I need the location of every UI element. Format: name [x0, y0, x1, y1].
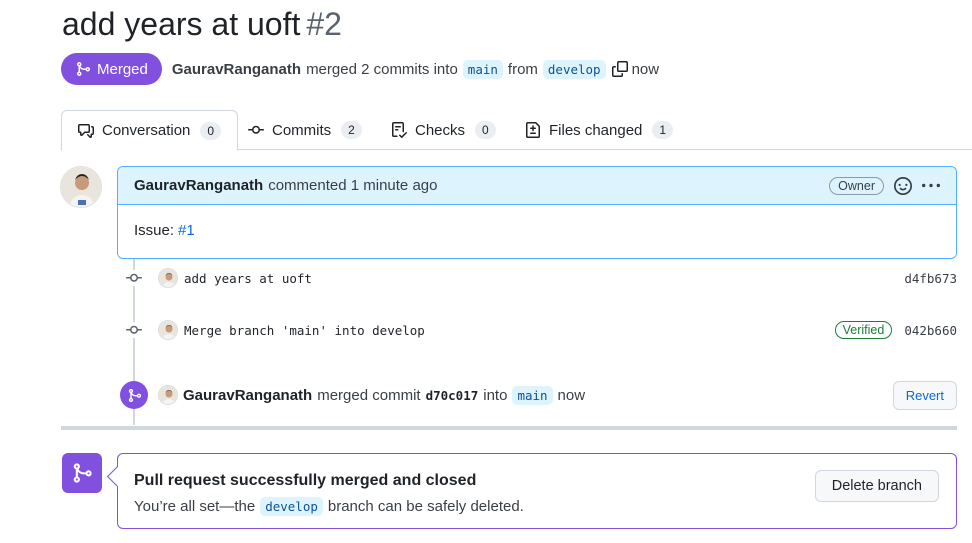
git-commit-icon	[248, 125, 264, 134]
pr-merge-time: now	[631, 60, 660, 78]
avatar[interactable]	[158, 320, 178, 340]
comment-author-link[interactable]: GauravRanganath	[134, 177, 263, 194]
commit-row: Merge branch 'main' into develop Verifie…	[120, 318, 957, 342]
smiley-icon[interactable]	[894, 176, 912, 195]
verified-badge[interactable]: Verified	[834, 321, 893, 339]
avatar[interactable]	[158, 268, 178, 288]
owner-badge: Owner	[829, 176, 884, 195]
revert-button[interactable]: Revert	[892, 380, 957, 410]
tab-commits-label: Commits	[272, 121, 332, 139]
git-merge-icon	[77, 62, 91, 76]
pr-title: add years at uoft #2	[62, 6, 342, 43]
commit-row: add years at uoft d4fb673	[120, 266, 957, 290]
pr-state-row: Merged GauravRanganath merged 2 commits …	[61, 53, 659, 85]
merged-status-sub-after: branch can be safely deleted.	[327, 498, 524, 515]
comment-body-text: Issue:	[134, 222, 175, 239]
git-commit-icon	[126, 270, 142, 286]
commit-sha-link[interactable]: d4fb673	[904, 271, 957, 286]
merge-event: GauravRanganath merged commit d70c017 in…	[120, 380, 957, 410]
commit-meta: Verified 042b660	[834, 321, 957, 339]
merged-state-label: Merged	[97, 60, 148, 78]
tab-commits-count: 2	[341, 121, 362, 139]
commit-message-link[interactable]: add years at uoft	[184, 271, 312, 286]
kebab-horizontal-icon[interactable]	[922, 177, 940, 195]
merged-status-box: Pull request successfully merged and clo…	[117, 453, 957, 529]
pr-number: #2	[306, 6, 342, 42]
pr-merged-text: merged 2 commits into	[306, 60, 458, 78]
commit-dot	[120, 322, 148, 338]
merge-commit-sha-link[interactable]: d70c017	[426, 388, 479, 403]
merge-author-link[interactable]: GauravRanganath	[183, 387, 312, 404]
commit-dot	[120, 270, 148, 286]
comment-header: GauravRanganath commented 1 minute ago O…	[118, 167, 956, 205]
avatar[interactable]	[158, 385, 178, 405]
tab-checks-label: Checks	[415, 121, 466, 139]
merged-status-title: Pull request successfully merged and clo…	[134, 472, 477, 489]
commit-meta: d4fb673	[904, 271, 957, 286]
tab-files-changed-label: Files changed	[549, 121, 643, 139]
merge-event-time[interactable]: now	[558, 387, 586, 404]
merge-event-text: merged commit	[317, 386, 421, 404]
avatar-photo	[61, 167, 101, 207]
avatar[interactable]	[60, 166, 102, 208]
comment-box: GauravRanganath commented 1 minute ago O…	[117, 166, 957, 259]
merge-branch-label[interactable]: main	[512, 385, 553, 405]
merged-state-badge: Merged	[61, 53, 162, 85]
base-branch-label[interactable]: main	[462, 59, 503, 79]
merge-into-text: into	[483, 386, 508, 404]
tab-checks-count: 0	[475, 121, 496, 139]
file-diff-icon	[526, 122, 540, 138]
comment-discussion-icon	[78, 123, 94, 138]
tab-commits[interactable]: Commits 2	[248, 110, 362, 150]
timeline-divider	[61, 426, 957, 430]
checklist-icon	[392, 122, 407, 138]
tab-files-changed[interactable]: Files changed 1	[525, 110, 674, 150]
pr-author-link[interactable]: GauravRanganath	[172, 61, 301, 78]
comment-timestamp[interactable]: commented 1 minute ago	[268, 177, 437, 194]
tab-conversation-count: 0	[200, 121, 222, 140]
git-merge-icon	[128, 388, 141, 402]
issue-link[interactable]: #1	[178, 222, 195, 239]
tab-conversation-label: Conversation	[102, 122, 191, 139]
tab-conversation[interactable]: Conversation 0	[61, 110, 239, 151]
head-branch-label[interactable]: develop	[542, 59, 606, 79]
pr-from-text: from	[507, 60, 538, 78]
delete-branch-button[interactable]: Delete branch	[814, 470, 939, 502]
merge-event-badge	[120, 381, 148, 409]
tab-checks[interactable]: Checks 0	[391, 110, 496, 150]
merged-status-branch[interactable]: develop	[260, 497, 323, 516]
git-commit-icon	[126, 322, 142, 338]
commit-sha-link[interactable]: 042b660	[904, 323, 957, 338]
comment-actions: Owner	[829, 176, 940, 195]
pr-title-text: add years at uoft	[62, 6, 301, 42]
commit-message-link[interactable]: Merge branch 'main' into develop	[184, 323, 425, 338]
tab-files-changed-count: 1	[652, 121, 674, 139]
pr-tabs: Conversation 0 Commits 2 Checks 0 Files …	[61, 110, 972, 151]
git-merge-icon	[73, 463, 92, 483]
merged-status-icon	[62, 453, 102, 493]
copy-icon[interactable]	[611, 61, 628, 77]
merged-status-subtitle: You’re all set—the develop branch can be…	[134, 497, 524, 516]
comment-body: Issue: #1	[118, 205, 956, 256]
merged-status-sub-before: You’re all set—the	[134, 498, 256, 515]
